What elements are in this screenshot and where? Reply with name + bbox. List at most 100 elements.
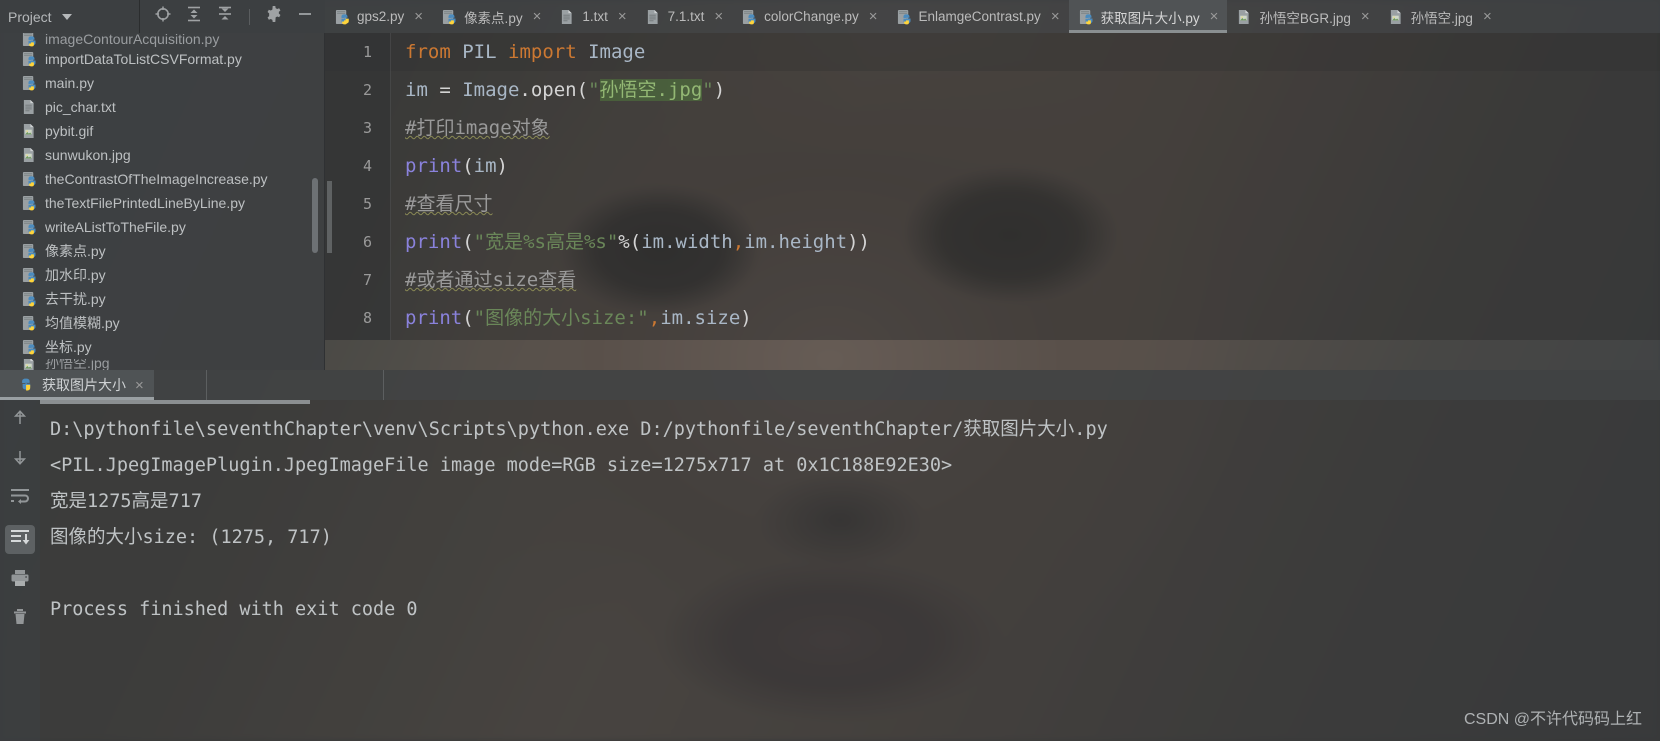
project-tree[interactable]: imageContourAcquisition.py importDataToLi… [0,33,325,370]
soft-wrap-icon[interactable] [9,486,31,511]
tree-item[interactable]: sunwukon.jpg [0,143,324,167]
tree-item[interactable]: main.py [0,71,324,95]
close-icon[interactable]: × [869,9,878,24]
editor-tab-1txt[interactable]: 1.txt × [550,0,635,33]
code-line[interactable]: im = Image.open("孙悟空.jpg") [405,71,1655,109]
text-file-icon [22,99,37,115]
python-file-icon [22,267,37,283]
run-tab-getimagesize[interactable]: 获取图片大小 × [0,370,154,400]
close-icon[interactable]: × [618,9,627,24]
python-run-icon [22,378,31,391]
tree-item[interactable]: writeAListToTheFile.py [0,215,324,239]
tree-item[interactable]: 均值模糊.py [0,311,324,335]
tree-item[interactable]: 像素点.py [0,239,324,263]
editor-tab-enlamgecontrast[interactable]: EnlamgeContrast.py × [887,0,1069,33]
project-tree-scrollbar[interactable] [312,178,318,253]
close-icon[interactable]: × [1361,9,1370,24]
close-icon[interactable]: × [1051,9,1060,24]
close-icon[interactable]: × [1210,9,1219,24]
editor-tab-getimagesize[interactable]: 获取图片大小.py × [1068,0,1228,33]
image-file-icon [23,359,34,370]
tree-item[interactable]: importDataToListCSVFormat.py [0,47,324,71]
python-file-icon [22,315,37,331]
tree-item-label: sunwukon.jpg [45,147,131,163]
up-arrow-icon[interactable] [10,408,30,433]
editor-tab-strip: gps2.py × 像素点.py × 1.txt × 7.1.txt × col… [325,0,1660,33]
line-number: 2 [363,81,373,99]
image-file-icon [22,359,37,370]
toolbar-divider [249,8,250,25]
code-line[interactable]: from PIL import Image [405,33,1655,71]
editor-gutter [325,33,391,340]
editor-tab-colorchange[interactable]: colorChange.py × [732,0,886,33]
tree-item[interactable]: theContrastOfTheImageIncrease.py [0,167,324,191]
editor-tab-pixel[interactable]: 像素点.py × [432,0,550,33]
line-number: 4 [363,157,373,175]
code-content[interactable]: from PIL import Image im = Image.open("孙悟… [405,33,1655,337]
run-tab-label: 获取图片大小 [42,377,126,393]
python-file-icon [22,267,36,283]
code-line[interactable]: #或者通过size查看 [405,261,1655,299]
close-icon[interactable]: × [1483,9,1492,24]
code-token: import [508,41,577,63]
code-line[interactable]: print("宽是%s高是%s"%(im.width,im.height)) [405,223,1655,261]
editor-tab-label: 孙悟空.jpg [1410,10,1473,26]
editor-tab-swk[interactable]: 孙悟空.jpg × [1379,0,1501,33]
collapse-all-icon[interactable] [216,5,234,28]
code-token: print [405,231,463,253]
tree-item[interactable]: 加水印.py [0,263,324,287]
python-file-icon [22,51,37,67]
editor-tab-label: 获取图片大小.py [1100,10,1200,26]
settings-gear-icon[interactable] [265,5,283,28]
trash-icon[interactable] [10,607,30,632]
editor-tab-swkbgr[interactable]: 孙悟空BGR.jpg × [1227,0,1378,33]
editor-tab-71txt[interactable]: 7.1.txt × [636,0,733,33]
hide-panel-icon[interactable] [296,5,314,28]
scroll-to-end-icon[interactable] [5,525,35,554]
editor-tab-gps2[interactable]: gps2.py × [325,0,432,33]
close-icon[interactable]: × [135,377,144,394]
locate-icon[interactable] [154,5,172,28]
code-line[interactable]: #查看尺寸 [405,185,1655,223]
editor-tab-label: 像素点.py [464,10,523,26]
close-icon[interactable]: × [714,9,723,24]
code-token: print [405,307,463,329]
python-file-icon [743,9,756,24]
close-icon[interactable]: × [414,9,423,24]
project-panel-header[interactable]: Project [0,0,140,33]
python-file-icon [22,243,36,259]
tree-item[interactable]: 坐标.py [0,335,324,359]
code-line[interactable]: print("图像的大小size:",im.size) [405,299,1655,337]
code-line[interactable]: print(im) [405,147,1655,185]
code-line[interactable]: #打印image对象 [405,109,1655,147]
expand-all-icon[interactable] [185,5,203,28]
tree-item[interactable]: 孙悟空.jpg [0,359,324,370]
tree-item[interactable]: pic_char.txt [0,95,324,119]
run-console-output[interactable]: D:\pythonfile\seventhChapter\venv\Script… [40,400,1660,741]
editor-tab-label: colorChange.py [764,9,859,24]
down-arrow-icon[interactable] [10,447,30,472]
code-editor[interactable]: 12345678 from PIL import Image im = Image… [325,33,1660,340]
code-token: ) [713,79,726,101]
console-line: D:\pythonfile\seventhChapter\venv\Script… [50,419,1108,440]
code-token: ( [462,307,474,329]
editor-tab-label: EnlamgeContrast.py [918,9,1041,24]
tree-item[interactable]: theTextFilePrintedLineByLine.py [0,191,324,215]
code-token: #查看尺寸 [405,193,493,215]
tree-item[interactable]: 去干扰.py [0,287,324,311]
code-token: from [405,41,451,63]
code-token: #或者通过size查看 [405,269,577,291]
tree-item-label: writeAListToTheFile.py [45,219,186,235]
code-token: im.height [744,231,848,253]
print-icon[interactable] [9,568,31,593]
tree-item[interactable]: pybit.gif [0,119,324,143]
close-icon[interactable]: × [533,9,542,24]
run-tool-tabbar: 获取图片大小 × [0,370,1660,400]
caret-down-icon[interactable] [61,13,72,20]
code-token: )) [847,231,870,253]
tree-item-label: pybit.gif [45,123,94,139]
project-panel-toolbar [140,0,325,33]
project-tree-rows: imageContourAcquisition.py importDataToLi… [0,33,324,370]
python-file-icon [22,171,36,187]
tree-item[interactable]: imageContourAcquisition.py [0,33,324,47]
